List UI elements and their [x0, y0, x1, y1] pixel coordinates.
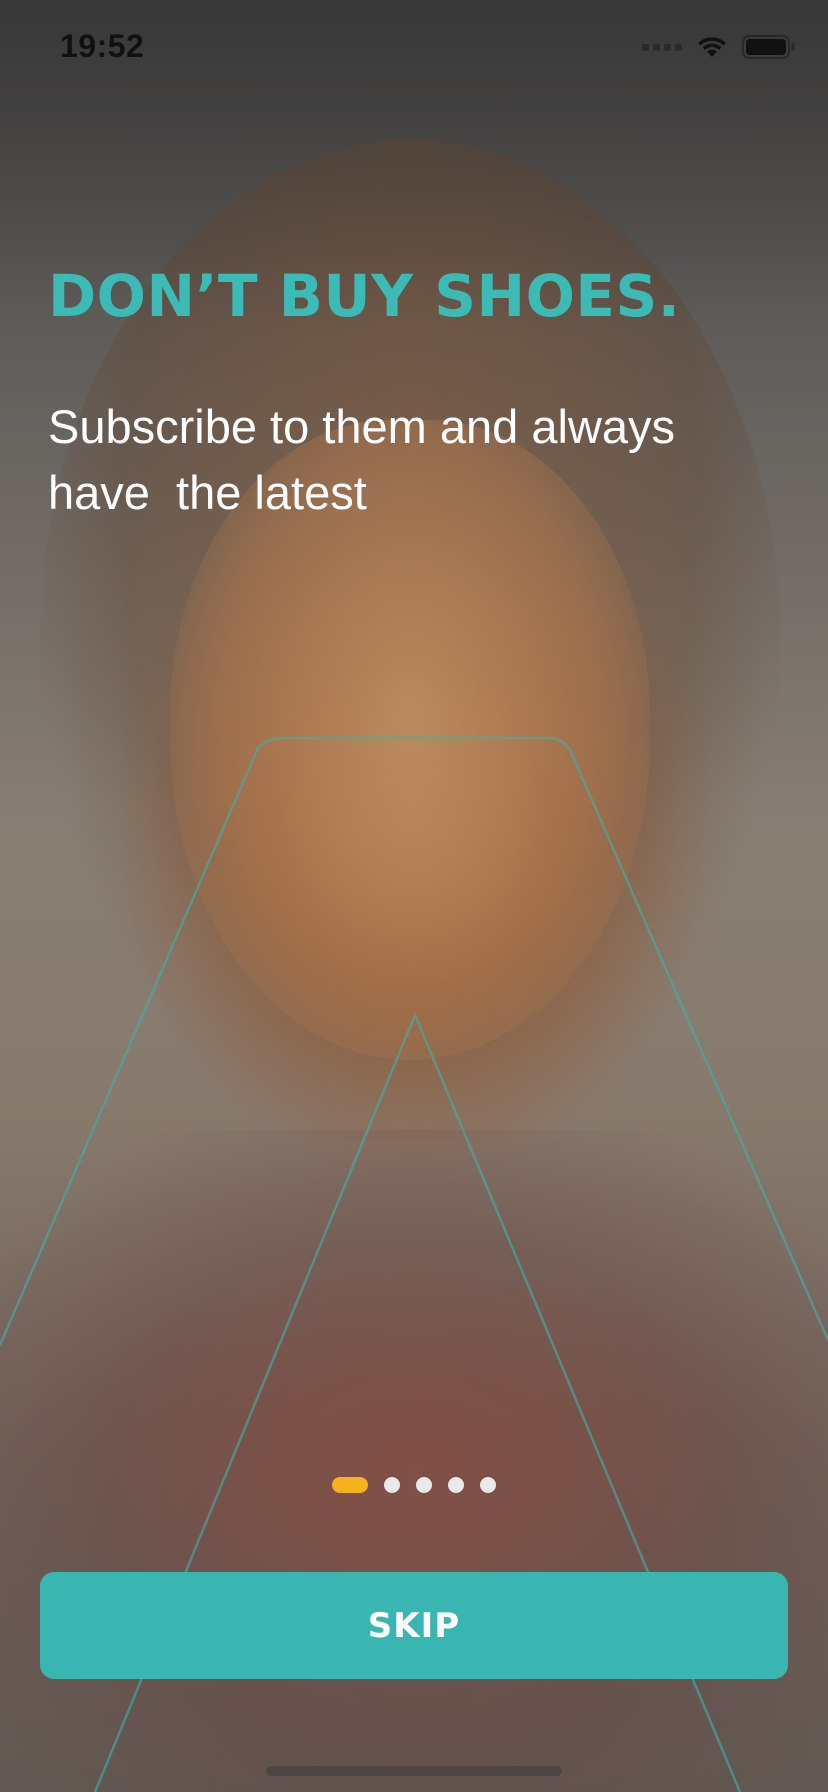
page-dot-1[interactable] [332, 1477, 368, 1493]
wifi-icon [698, 37, 726, 57]
home-indicator[interactable] [266, 1766, 562, 1776]
status-time: 19:52 [60, 28, 145, 64]
cellular-signal-icon [642, 43, 682, 51]
page-dot-4[interactable] [448, 1477, 464, 1493]
page-indicator[interactable] [332, 1477, 496, 1493]
onboarding-screen: 19:52 DON’T BUY SHOES. Subscribe to them… [0, 0, 828, 1792]
battery-icon [742, 35, 795, 59]
page-dot-3[interactable] [416, 1477, 432, 1493]
page-dot-2[interactable] [384, 1477, 400, 1493]
subtitle: Subscribe to them and always have the la… [48, 400, 675, 519]
skip-button[interactable]: SKIP [40, 1572, 788, 1679]
headline: DON’T BUY SHOES. [48, 262, 681, 330]
status-icons [642, 34, 796, 60]
page-dot-5[interactable] [480, 1477, 496, 1493]
